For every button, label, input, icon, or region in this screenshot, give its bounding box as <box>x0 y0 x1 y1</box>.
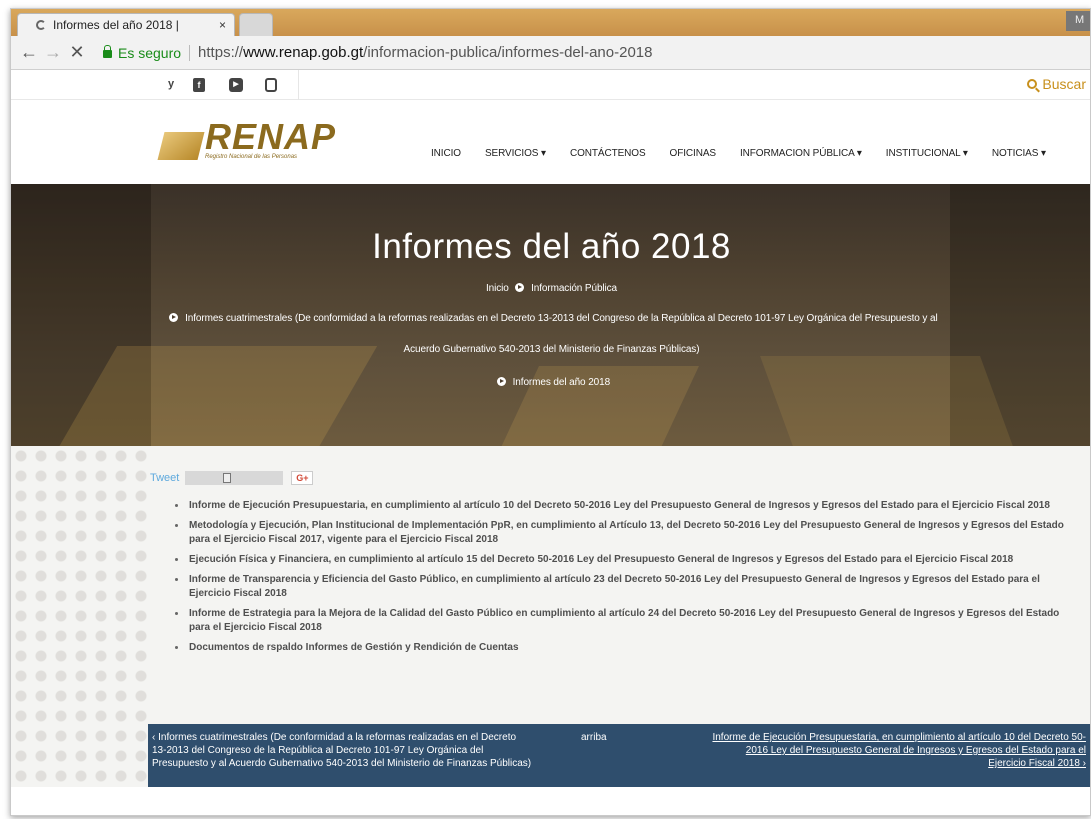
document-link[interactable]: Documentos de rspaldo Informes de Gestió… <box>175 641 1083 655</box>
google-plus-button[interactable]: G+ <box>291 471 314 485</box>
document-link[interactable]: Informe de Transparencia y Eficiencia de… <box>175 573 1083 601</box>
lock-icon <box>103 44 112 58</box>
document-link[interactable]: Metodología y Ejecución, Plan Institucio… <box>175 519 1083 547</box>
browser-window: Informes del año 2018 | × M ← → ✕ Es seg… <box>10 8 1091 816</box>
twitter-icon[interactable]: y <box>161 78 181 92</box>
breadcrumb-informes-cuatrimestrales-cont[interactable]: Acuerdo Gubernativo 540-2013 del Ministe… <box>404 344 700 355</box>
stop-loading-icon[interactable]: ✕ <box>65 42 89 63</box>
chevron-right-icon <box>496 377 506 386</box>
up-link[interactable]: arriba <box>581 731 607 744</box>
hero-banner: Informes del año 2018 Inicio Información… <box>11 184 1090 446</box>
document-link[interactable]: Ejecución Física y Financiera, en cumpli… <box>175 553 1083 567</box>
menu-item-noticias[interactable]: NOTICIAS ▾ <box>992 148 1046 159</box>
omnibox-divider <box>189 44 191 61</box>
previous-page-link[interactable]: ‹ Informes cuatrimestrales (De conformid… <box>152 731 532 770</box>
next-page-link[interactable]: Informe de Ejecución Presupuestaria, en … <box>706 731 1086 770</box>
document-link[interactable]: Informe de Ejecución Presupuestaria, en … <box>175 499 1083 513</box>
forward-arrow-icon[interactable]: → <box>41 42 65 63</box>
browser-toolbar: ← → ✕ Es seguro https://www.renap.gob.gt… <box>11 36 1090 70</box>
document-list: Informe de Ejecución Presupuestaria, en … <box>175 499 1083 661</box>
logo-wordmark: RENAP Registro Nacional de las Personas <box>205 116 337 161</box>
breadcrumb-informes-cuatrimestrales[interactable]: Informes cuatrimestrales (De conformidad… <box>185 313 938 324</box>
facebook-share-button[interactable] <box>185 471 284 485</box>
url-domain: www.renap.gob.gt <box>243 44 364 61</box>
window-profile-button[interactable]: M <box>1066 11 1090 31</box>
chevron-right-icon <box>515 283 525 292</box>
menu-item-contactenos[interactable]: CONTÁCTENOS <box>570 148 646 159</box>
tab-strip: Informes del año 2018 | × M <box>11 9 1090 36</box>
new-tab-button[interactable] <box>239 13 273 36</box>
book-navigation: ‹ Informes cuatrimestrales (De conformid… <box>148 724 1090 787</box>
breadcrumb-parent-line-1: Informes cuatrimestrales (De conformidad… <box>11 312 1090 324</box>
renap-logo[interactable]: RENAP Registro Nacional de las Personas <box>157 116 337 161</box>
url-scheme: https:// <box>198 44 244 61</box>
search-icon <box>1027 79 1038 89</box>
site-header: RENAP Registro Nacional de las Personas … <box>11 100 1090 184</box>
loading-spinner-icon <box>36 20 46 30</box>
share-bar: Tweet G+ <box>150 471 314 485</box>
site-top-bar: y f ▶ Buscar <box>11 70 1090 100</box>
menu-item-oficinas[interactable]: OFICINAS <box>670 148 717 159</box>
breadcrumb-current: Informes del año 2018 <box>512 377 611 388</box>
back-arrow-icon[interactable]: ← <box>17 42 41 63</box>
search-label: Buscar <box>1042 76 1086 92</box>
breadcrumb-informacion-publica[interactable]: Información Pública <box>531 283 617 294</box>
breadcrumb-inicio[interactable]: Inicio <box>486 283 509 294</box>
top-bar-divider <box>298 70 299 100</box>
document-link[interactable]: Informe de Estrategia para la Mejora de … <box>175 607 1083 635</box>
page-icon <box>223 473 232 483</box>
search-button[interactable]: Buscar <box>1027 76 1086 92</box>
logo-name: RENAP <box>205 116 337 157</box>
page-content: Tweet G+ Informe de Ejecución Presupuest… <box>11 446 1090 787</box>
tab-informes-2018[interactable]: Informes del año 2018 | × <box>17 13 235 36</box>
main-menu: INICIO SERVICIOS ▾ CONTÁCTENOS OFICINAS … <box>431 148 1070 159</box>
facebook-icon[interactable]: f <box>193 78 205 92</box>
tab-title: Informes del año 2018 | <box>53 18 179 32</box>
address-bar[interactable]: https://www.renap.gob.gt/informacion-pub… <box>198 44 652 61</box>
url-path: /informacion-publica/informes-del-ano-20… <box>363 44 653 61</box>
menu-item-inicio[interactable]: INICIO <box>431 148 461 159</box>
tweet-button[interactable]: Tweet <box>150 472 179 484</box>
page-title: Informes del año 2018 <box>372 227 731 266</box>
youtube-icon[interactable]: ▶ <box>229 78 243 92</box>
dot-pattern-decoration <box>11 446 151 787</box>
instagram-icon[interactable] <box>265 78 277 92</box>
breadcrumb-current-line: Informes del año 2018 <box>11 376 1090 388</box>
tab-close-icon[interactable]: × <box>219 18 226 32</box>
secure-indicator[interactable]: Es seguro <box>103 44 182 61</box>
breadcrumb-parent-line-2: Acuerdo Gubernativo 540-2013 del Ministe… <box>11 344 1090 355</box>
secure-label: Es seguro <box>118 44 182 61</box>
menu-item-institucional[interactable]: INSTITUCIONAL ▾ <box>886 148 968 159</box>
chevron-right-icon <box>169 313 179 322</box>
menu-item-servicios[interactable]: SERVICIOS ▾ <box>485 148 546 159</box>
logo-subtitle: Registro Nacional de las Personas <box>205 154 298 160</box>
logo-mark-icon <box>157 132 205 160</box>
menu-item-informacion-publica[interactable]: INFORMACION PÚBLICA ▾ <box>740 148 862 159</box>
breadcrumb: Inicio Información Pública <box>11 282 1090 294</box>
